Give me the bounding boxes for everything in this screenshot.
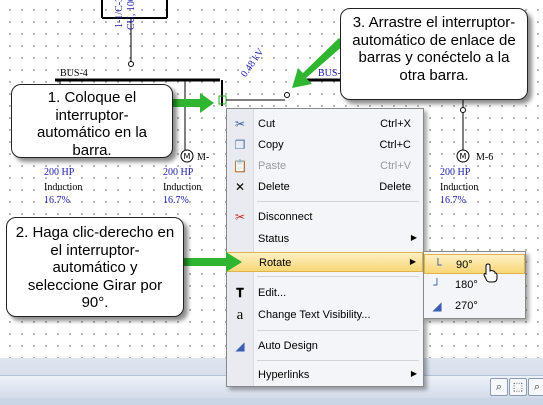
motor-rating: 200 HP <box>44 167 75 178</box>
paste-icon: 📋 <box>232 159 248 173</box>
motor-type: Induction <box>163 182 202 193</box>
menu-item-label: Paste <box>258 160 287 172</box>
menu-item-label: Hyperlinks <box>258 369 310 381</box>
menu-item-label: Edit... <box>258 287 287 299</box>
menu-item-label: Rotate <box>259 257 292 269</box>
callout-step-1: 1. Coloque el interruptor-automático en … <box>11 84 173 159</box>
submenu-arrow-icon: ▶ <box>409 257 416 266</box>
auto-design-icon: ◢ <box>235 339 245 353</box>
edit-icon: 𝐓 <box>236 286 244 300</box>
motor-tag: M- <box>197 152 210 163</box>
delete-x-icon: ✕ <box>234 180 246 194</box>
rotate-270-icon: ◢ <box>432 299 442 313</box>
cable-label-1: 1-1/C-3 <box>114 0 125 28</box>
copy-icon: ❐ <box>234 138 246 152</box>
motor-tag: M-6 <box>476 152 494 163</box>
rotate-90-icon: └ <box>434 258 442 272</box>
zoom-window-icon[interactable]: ⬚ <box>509 378 527 396</box>
disconnect-pliers-icon: ✂ <box>234 210 246 224</box>
submenu-arrow-icon: ▶ <box>410 369 417 378</box>
menu-item-shortcut: Ctrl+X <box>380 118 411 130</box>
submenu-arrow-icon: ▶ <box>410 233 417 242</box>
mouse-cursor-icon <box>483 263 498 283</box>
rotate-90-option[interactable]: └ 90° <box>424 254 525 274</box>
callout-step-3: 3. Arrastre el interruptor-automático de… <box>340 8 528 100</box>
motor-type: Induction <box>44 182 83 193</box>
menu-item-label: Delete <box>258 181 290 193</box>
motor-type: Induction <box>440 182 479 193</box>
motor-rating: 200 HP <box>163 167 194 178</box>
menu-item-label: Disconnect <box>258 211 313 223</box>
bus-4-label: BUS-4 <box>60 68 88 79</box>
menu-item-disconnect[interactable]: ✂ Disconnect <box>227 207 423 227</box>
rotate-180-icon: ┘ <box>433 278 441 292</box>
menu-item-label: 90° <box>456 259 473 271</box>
menu-item-label: Cut <box>258 118 276 130</box>
menu-item-edit[interactable]: 𝐓 Edit... <box>227 283 423 303</box>
scissors-icon: ✂ <box>234 117 246 131</box>
motor-pct: 16.7% <box>44 195 70 206</box>
rotate-submenu: └ 90° ┘ 180° ◢ 270° <box>423 251 526 319</box>
menu-item-auto-design[interactable]: ◢ Auto Design <box>227 336 423 356</box>
menu-item-label: Auto Design <box>258 340 318 352</box>
menu-item-label: Change Text Visibility... <box>258 309 371 321</box>
menu-separator <box>257 360 419 361</box>
callout-step-2: 2. Haga clic-derecho en el interruptor-a… <box>6 217 184 317</box>
menu-item-paste[interactable]: 📋 Paste Ctrl+V <box>227 156 423 176</box>
text-visibility-icon: a <box>236 307 244 323</box>
menu-item-change-text-visibility[interactable]: a Change Text Visibility... <box>227 305 423 325</box>
zoom-in-icon[interactable]: ⌕ <box>490 378 508 396</box>
svg-text:M: M <box>184 152 191 161</box>
rotate-270-option[interactable]: ◢ 270° <box>424 296 525 316</box>
menu-item-label: 180° <box>455 279 478 291</box>
menu-separator <box>257 201 419 202</box>
cable-label-2: CU, 100 <box>126 0 137 30</box>
menu-item-shortcut: Delete <box>379 181 411 193</box>
svg-text:M: M <box>460 152 467 161</box>
menu-separator <box>257 276 419 277</box>
menu-item-shortcut: Ctrl+C <box>379 139 411 151</box>
menu-item-status[interactable]: Status ▶ <box>227 229 423 249</box>
menu-item-delete[interactable]: ✕ Delete Delete <box>227 177 423 197</box>
motor-rating: 200 HP <box>440 167 471 178</box>
motor-pct: 16.7% <box>163 195 189 206</box>
menu-separator <box>257 330 419 331</box>
menu-item-cut[interactable]: ✂ Cut Ctrl+X <box>227 114 423 134</box>
context-menu: ✂ Cut Ctrl+X ❐ Copy Ctrl+C 📋 Paste Ctrl+… <box>226 108 424 387</box>
menu-item-rotate[interactable]: Rotate ▶ <box>227 252 423 272</box>
motor-pct: 16.7% <box>440 195 466 206</box>
menu-item-copy[interactable]: ❐ Copy Ctrl+C <box>227 135 423 155</box>
menu-item-label: 270° <box>455 300 478 312</box>
menu-item-hyperlinks[interactable]: Hyperlinks ▶ <box>227 365 423 385</box>
rotate-180-option[interactable]: ┘ 180° <box>424 275 525 295</box>
menu-item-label: Copy <box>258 139 284 151</box>
menu-item-shortcut: Ctrl+V <box>380 160 411 172</box>
menu-item-label: Status <box>258 233 290 245</box>
zoom-out-icon[interactable]: ⌕ <box>528 378 543 396</box>
